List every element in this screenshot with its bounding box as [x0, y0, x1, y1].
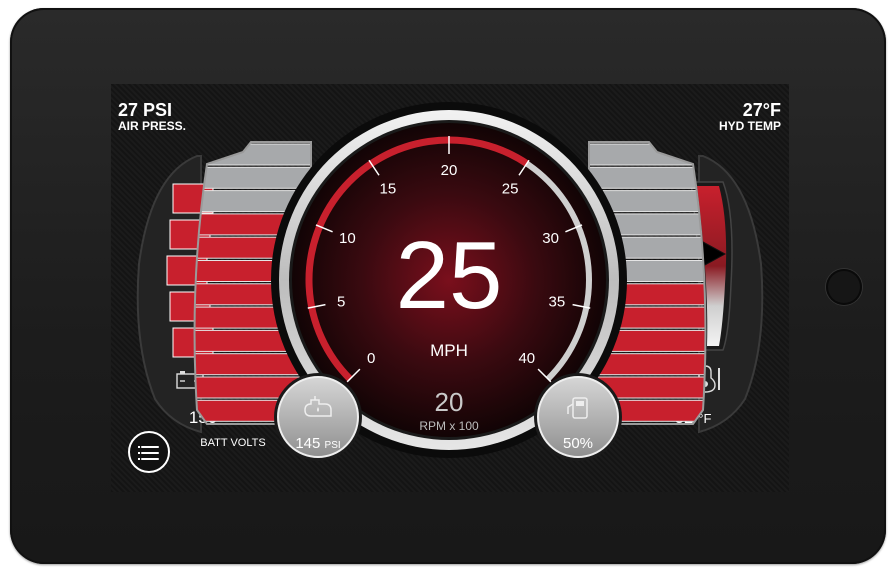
home-button[interactable]	[826, 269, 862, 305]
bar-segment	[194, 166, 311, 189]
speed-unit: MPH	[430, 341, 468, 360]
fuel-value: 50%	[563, 435, 593, 452]
rpm-unit: RPM x 100	[419, 419, 479, 433]
speed-tick-label: 5	[337, 293, 345, 310]
bar-segment	[589, 166, 706, 189]
gauge-cluster: 150 BATT VOLTS 32 °F 0510152025303540 25…	[136, 102, 764, 461]
speed-tick-label: 20	[441, 162, 458, 179]
speed-value: 25	[396, 222, 503, 329]
speed-tick-label: 30	[542, 230, 559, 247]
speed-tick-label: 15	[380, 181, 397, 198]
speed-tick-label: 35	[549, 293, 566, 310]
speed-tick-label: 40	[518, 350, 535, 367]
menu-icon	[138, 446, 140, 448]
dashboard-screen: 27 PSI AIR PRESS. 27°F HYD TEMP BATT VOL…	[111, 84, 789, 492]
bar-segment	[589, 143, 706, 166]
battery-label: BATT VOLTS	[200, 437, 265, 449]
speed-tick-label: 25	[502, 181, 519, 198]
speed-tick-label: 10	[339, 230, 356, 247]
rpm-value: 20	[435, 387, 464, 417]
menu-button[interactable]	[128, 431, 170, 473]
speed-tick-label: 0	[367, 350, 375, 367]
bar-segment	[194, 143, 311, 166]
